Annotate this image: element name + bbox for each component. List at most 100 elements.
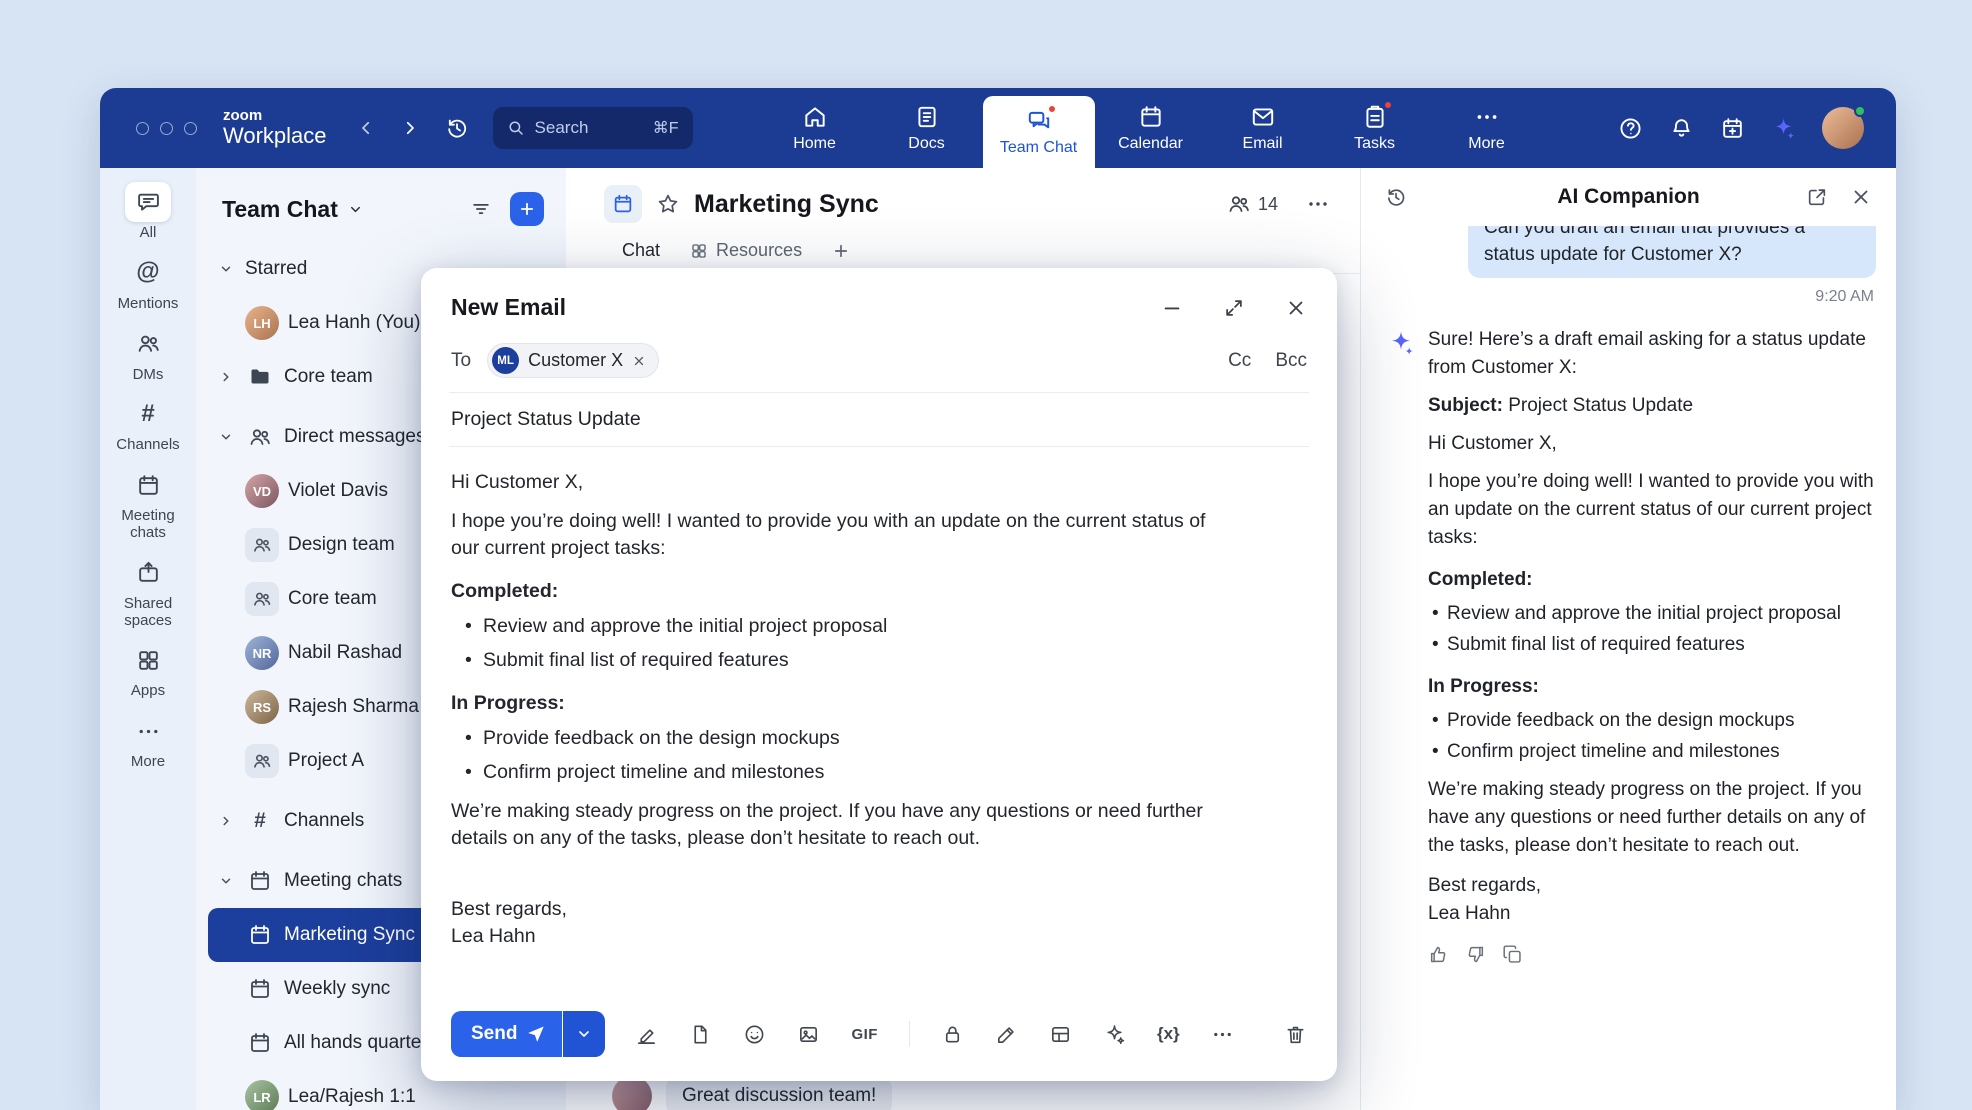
ai-conversation[interactable]: Can you draft an email that provides a s… [1361, 226, 1896, 1110]
search-input[interactable]: Search ⌘F [493, 107, 693, 149]
rail-item-label: Mentions [118, 296, 179, 313]
nav-tab-team-chat[interactable]: Team Chat [983, 96, 1095, 168]
avatar: VD [245, 474, 279, 508]
zoom-workplace-logo: zoom Workplace [223, 108, 327, 149]
nav-tab-email[interactable]: Email [1207, 88, 1319, 168]
email-body-editor[interactable]: Hi Customer X, I hope you’re doing well!… [449, 447, 1239, 999]
list-item: Review and approve the initial project p… [451, 613, 1237, 640]
subject-field[interactable]: Project Status Update [449, 393, 1309, 447]
notifications-icon[interactable] [1669, 116, 1694, 141]
ai-greeting: Hi Customer X, [1428, 430, 1876, 458]
back-arrow-icon[interactable] [357, 119, 375, 137]
minimize-icon[interactable] [1161, 297, 1183, 319]
image-icon[interactable] [797, 1023, 820, 1046]
list-item: Provide feedback on the design mockups [1428, 707, 1876, 735]
cc-button[interactable]: Cc [1228, 350, 1251, 372]
rail-item-mentions[interactable]: @ Mentions [102, 253, 194, 313]
more-options-icon[interactable] [1211, 1023, 1234, 1046]
send-options-button[interactable] [563, 1011, 605, 1057]
message-bubble: Great discussion team! [666, 1076, 892, 1110]
attach-file-icon[interactable] [689, 1023, 712, 1046]
ai-compose-sparkle-icon[interactable] [1103, 1023, 1126, 1046]
nav-tab-docs[interactable]: Docs [871, 88, 983, 168]
thumbs-up-icon[interactable] [1428, 944, 1449, 965]
recipient-avatar: ML [492, 347, 519, 374]
filter-icon[interactable] [470, 198, 492, 220]
compose-window-actions [1161, 297, 1307, 319]
tab-resources[interactable]: Resources [690, 240, 802, 261]
add-tab-button[interactable] [832, 242, 850, 260]
nav-tab-label: More [1468, 135, 1504, 153]
rail-item-meeting-chats[interactable]: Meeting chats [102, 465, 194, 542]
history-icon[interactable] [445, 116, 469, 140]
history-icon[interactable] [1385, 186, 1407, 208]
rail-item-all[interactable]: All [102, 182, 194, 242]
search-placeholder: Search [535, 118, 589, 138]
compose-toolbar: Send GIF [449, 999, 1309, 1081]
signature-icon[interactable] [635, 1023, 658, 1046]
compose-title: New Email [451, 294, 566, 321]
at-icon: @ [125, 253, 171, 293]
ai-inprogress-label: In Progress: [1428, 673, 1876, 701]
more-options-icon[interactable] [1306, 192, 1330, 216]
star-icon[interactable] [656, 192, 680, 216]
bcc-button[interactable]: Bcc [1275, 350, 1307, 372]
people-icon [245, 582, 279, 616]
people-icon [1227, 192, 1251, 216]
rail-item-apps[interactable]: Apps [102, 640, 194, 700]
template-layout-icon[interactable] [1049, 1023, 1072, 1046]
chevron-right-icon [216, 814, 236, 828]
open-in-new-icon[interactable] [1806, 186, 1828, 208]
hash-icon: # [125, 394, 171, 434]
rail-item-dms[interactable]: DMs [102, 324, 194, 384]
ai-companion-panel: AI Companion Can you draft an email that… [1360, 168, 1896, 1110]
people-icon [245, 528, 279, 562]
expand-icon[interactable] [1223, 297, 1245, 319]
delete-draft-icon[interactable] [1284, 1023, 1307, 1046]
plus-icon [518, 200, 536, 218]
help-icon[interactable] [1618, 116, 1643, 141]
user-avatar[interactable] [1822, 107, 1864, 149]
recipient-chip[interactable]: ML Customer X [487, 343, 659, 378]
copy-icon[interactable] [1502, 944, 1523, 965]
close-window-button[interactable] [136, 122, 149, 135]
sidebar-title-dropdown[interactable]: Team Chat [222, 196, 363, 223]
chat-label: Core team [288, 588, 377, 610]
edit-pencil-icon[interactable] [995, 1023, 1018, 1046]
chat-header: Marketing Sync 14 [566, 168, 1360, 240]
zoom-window-button[interactable] [184, 122, 197, 135]
sidebar-header: Team Chat [196, 168, 566, 238]
people-icon [245, 744, 279, 778]
send-button[interactable]: Send [451, 1011, 562, 1057]
variables-icon[interactable]: {x} [1157, 1024, 1180, 1044]
forward-arrow-icon[interactable] [401, 119, 419, 137]
logo-zoom-text: zoom [223, 108, 327, 125]
members-button[interactable]: 14 [1227, 192, 1278, 216]
gif-icon[interactable]: GIF [851, 1026, 878, 1043]
chevron-down-icon [216, 874, 236, 888]
rail-item-channels[interactable]: # Channels [102, 394, 194, 454]
section-label: Meeting chats [284, 870, 402, 892]
emoji-icon[interactable] [743, 1023, 766, 1046]
nav-tab-tasks[interactable]: Tasks [1319, 88, 1431, 168]
avatar: RS [245, 690, 279, 724]
nav-tab-more[interactable]: More [1431, 88, 1543, 168]
new-chat-button[interactable] [510, 192, 544, 226]
encrypt-lock-icon[interactable] [941, 1023, 964, 1046]
tab-chat[interactable]: Chat [622, 240, 660, 261]
close-icon[interactable] [1285, 297, 1307, 319]
calendar-icon[interactable] [1720, 116, 1745, 141]
nav-tab-label: Calendar [1118, 135, 1183, 153]
close-icon[interactable] [1850, 186, 1872, 208]
chat-label: Lea/Rajesh 1:1 [288, 1086, 416, 1108]
remove-recipient-icon[interactable] [632, 354, 646, 368]
rail-item-more[interactable]: More [102, 711, 194, 771]
thumbs-down-icon[interactable] [1465, 944, 1486, 965]
search-icon [507, 119, 525, 137]
nav-tab-label: Team Chat [1000, 139, 1077, 157]
ai-sparkle-icon[interactable] [1771, 116, 1796, 141]
nav-tab-home[interactable]: Home [759, 88, 871, 168]
rail-item-shared-spaces[interactable]: Shared spaces [102, 553, 194, 630]
nav-tab-calendar[interactable]: Calendar [1095, 88, 1207, 168]
minimize-window-button[interactable] [160, 122, 173, 135]
